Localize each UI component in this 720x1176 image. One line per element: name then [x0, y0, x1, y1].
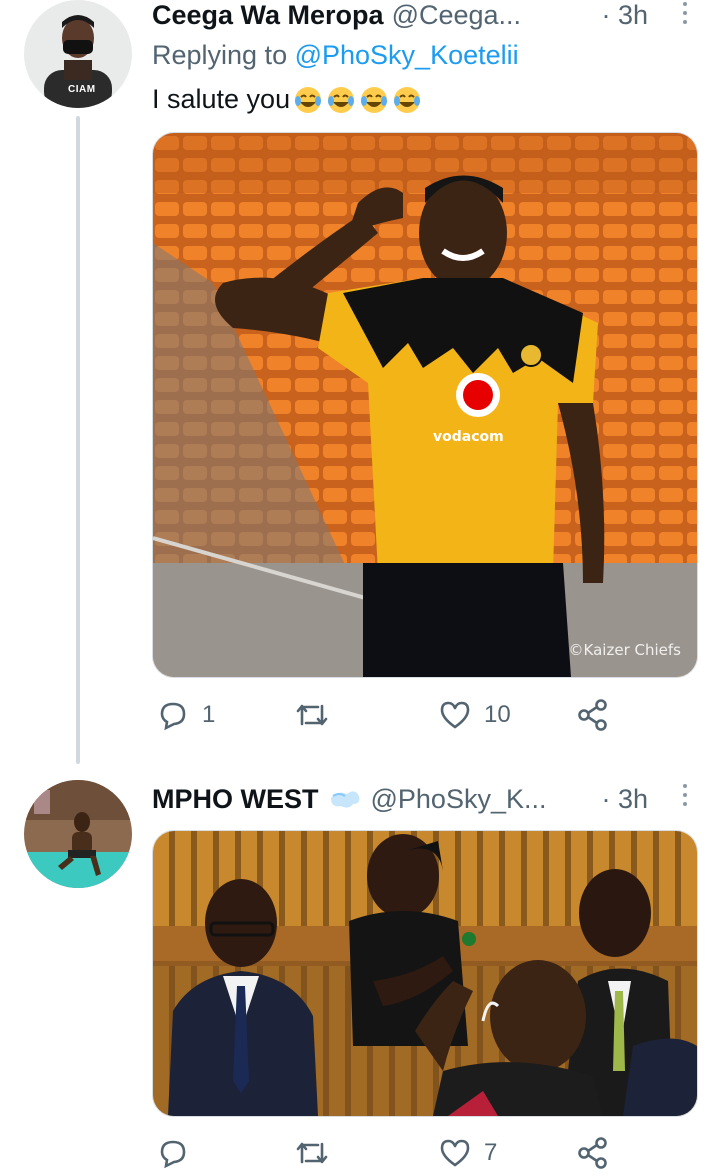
- reply-mention-link[interactable]: @PhoSky_Koetelii: [295, 40, 519, 70]
- like-icon: [440, 701, 470, 729]
- tweet-actions: 1 10: [152, 698, 632, 738]
- tweet-text-content: I salute you: [152, 84, 291, 114]
- salute-photo: vodacom: [153, 133, 697, 677]
- tweet-text: I salute you: [152, 84, 422, 115]
- tweet[interactable]: CIAM Ceega Wa Meropa @Ceega... · 3h Repl…: [0, 0, 720, 764]
- author-handle[interactable]: @PhoSky_K...: [371, 784, 547, 815]
- like-count: 10: [484, 701, 511, 728]
- replying-prefix: Replying to: [152, 40, 295, 70]
- face-with-tears-of-joy-icon: [326, 85, 356, 115]
- tweet-actions: 7: [152, 1136, 632, 1176]
- retweet-icon: [296, 704, 328, 726]
- dashing-away-icon: [327, 784, 363, 814]
- author-name[interactable]: Ceega Wa Meropa: [152, 0, 384, 31]
- men-laughing-photo: [153, 831, 697, 1116]
- timestamp[interactable]: · 3h: [601, 0, 648, 31]
- retweet-icon: [296, 1142, 328, 1164]
- face-with-tears-of-joy-icon: [359, 85, 389, 115]
- like-count: 7: [484, 1139, 498, 1166]
- reply-button[interactable]: [156, 1136, 202, 1170]
- share-icon: [578, 699, 607, 731]
- like-button[interactable]: 7: [438, 1136, 497, 1170]
- avatar[interactable]: CIAM: [24, 0, 132, 108]
- tweet[interactable]: MPHO WEST @PhoSky_K... · 3h 7: [0, 770, 720, 1169]
- retweet-button[interactable]: [294, 1136, 342, 1170]
- reply-icon: [160, 1140, 186, 1169]
- tweet-photo[interactable]: [152, 830, 698, 1117]
- thread-line: [76, 116, 80, 764]
- reply-icon: [160, 702, 186, 731]
- share-button[interactable]: [576, 1136, 610, 1170]
- more-icon[interactable]: [682, 784, 688, 806]
- author-name[interactable]: MPHO WEST: [152, 784, 319, 815]
- avatar[interactable]: [24, 780, 132, 888]
- reply-button[interactable]: 1: [156, 698, 215, 732]
- photo-watermark: ©Kaizer Chiefs: [568, 641, 681, 659]
- jersey-sponsor: vodacom: [433, 429, 504, 445]
- avatar-badge: CIAM: [68, 84, 96, 95]
- retweet-button[interactable]: [294, 698, 342, 732]
- tweet-photo[interactable]: vodacom ©Kaizer Chiefs: [152, 132, 698, 678]
- like-button[interactable]: 10: [438, 698, 511, 732]
- share-icon: [578, 1137, 607, 1169]
- face-with-tears-of-joy-icon: [293, 85, 323, 115]
- tweet-header: Ceega Wa Meropa @Ceega... · 3h: [152, 0, 696, 30]
- reply-count: 1: [202, 701, 216, 728]
- more-icon[interactable]: [682, 2, 688, 24]
- timestamp[interactable]: · 3h: [601, 784, 648, 815]
- face-with-tears-of-joy-icon: [392, 85, 422, 115]
- share-button[interactable]: [576, 698, 610, 732]
- replying-to: Replying to @PhoSky_Koetelii: [152, 40, 519, 71]
- author-handle[interactable]: @Ceega...: [392, 0, 521, 31]
- like-icon: [440, 1139, 470, 1167]
- tweet-header: MPHO WEST @PhoSky_K... · 3h: [152, 784, 696, 814]
